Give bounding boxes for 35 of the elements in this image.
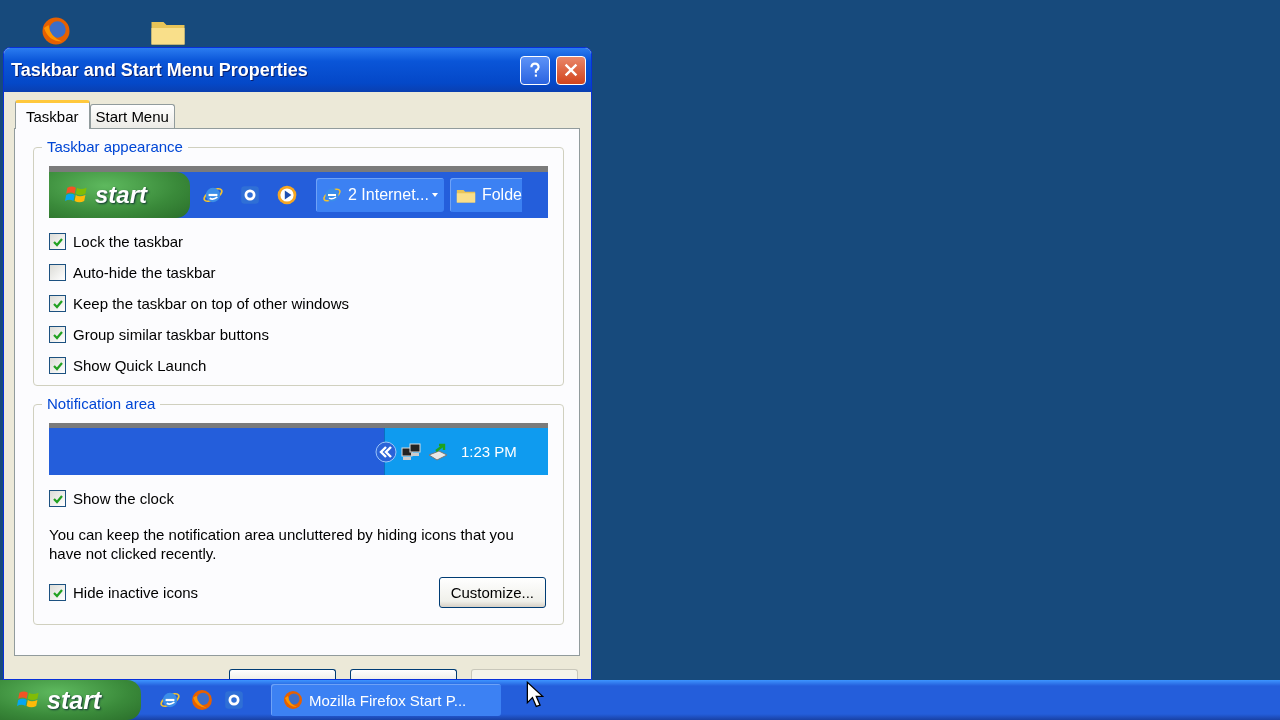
checkbox[interactable] (49, 357, 66, 374)
checkbox[interactable] (49, 490, 66, 507)
note-text: You can keep the notification area uncluttered by hiding icons that you have not clicked recently. (49, 525, 515, 563)
group-title: Notification area (42, 395, 161, 412)
tab[interactable]: Start Menu (89, 104, 175, 128)
close-button[interactable] (556, 55, 586, 85)
checkbox-label[interactable]: Hide inactive icons (73, 584, 199, 601)
window-title: Taskbar and Start Menu Properties (11, 59, 309, 81)
checkbox-label[interactable]: Lock the taskbar (73, 233, 184, 250)
checkbox[interactable] (49, 584, 66, 601)
clock-text: 1:23 PM (461, 443, 517, 460)
help-button[interactable] (520, 55, 550, 85)
chevron-icon[interactable] (375, 440, 397, 463)
media-player-icon (276, 184, 298, 206)
task-button[interactable]: Mozilla Firefox Start P... (271, 684, 501, 716)
checkbox[interactable] (49, 233, 66, 250)
caret-icon (431, 193, 438, 197)
mouse-pointer-icon (526, 681, 544, 709)
tab[interactable]: Taskbar (15, 100, 90, 129)
group-title: Taskbar appearance (42, 138, 188, 155)
network-icon[interactable] (401, 441, 423, 462)
checkbox-label[interactable]: Keep the taskbar on top of other windows (73, 295, 349, 312)
checkbox[interactable] (49, 295, 66, 312)
checkbox-label[interactable]: Auto-hide the taskbar (73, 264, 216, 281)
customize-button[interactable]: Customize... (438, 577, 546, 608)
dialog-button[interactable] (229, 669, 336, 679)
firefox-icon (283, 690, 303, 710)
checkbox-label[interactable]: Show the clock (73, 490, 174, 507)
firefox-icon[interactable] (191, 689, 213, 711)
checkbox-label[interactable]: Group similar taskbar buttons (73, 326, 269, 343)
checkbox[interactable] (49, 264, 66, 281)
dialog-button[interactable] (350, 669, 457, 679)
close-icon (562, 61, 580, 79)
checkbox-label[interactable]: Show Quick Launch (73, 357, 207, 374)
checkbox[interactable] (49, 326, 66, 343)
